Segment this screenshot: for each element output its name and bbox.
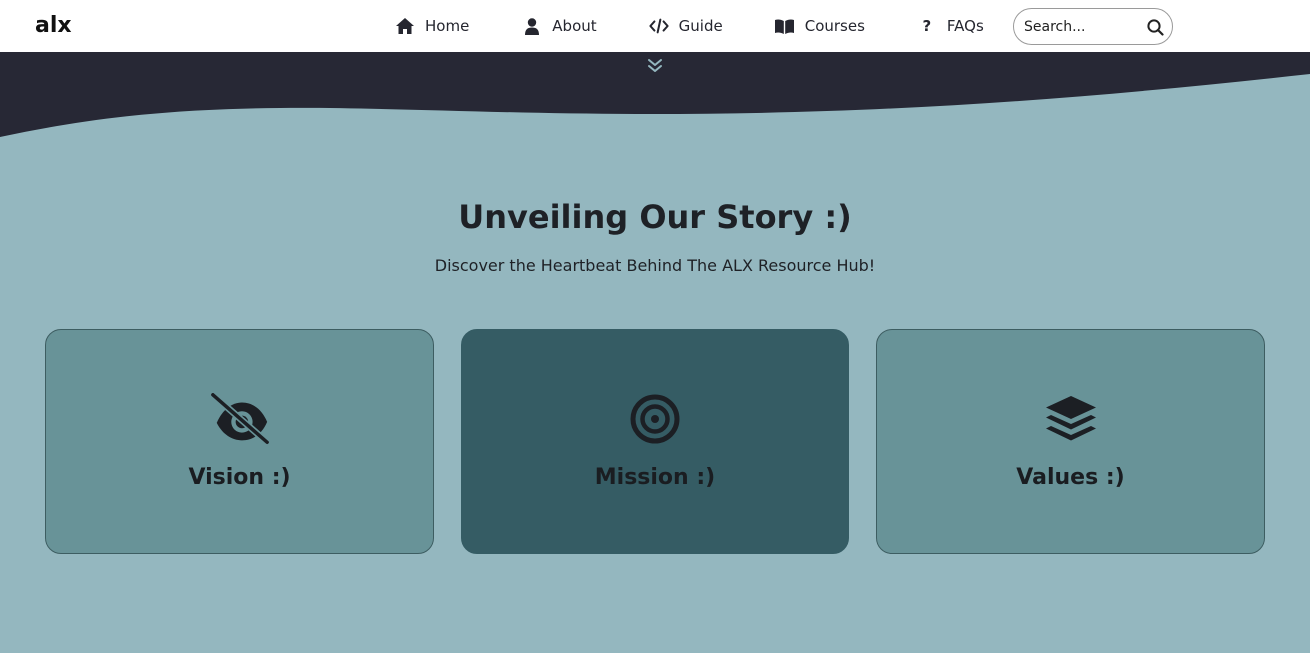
nav-label-home: Home [425,17,470,35]
logo-text: alx [35,13,72,37]
vision-card[interactable]: Vision :) [45,329,434,554]
nav-item-faqs[interactable]: ? FAQs [917,0,984,52]
section-subtitle: Discover the Heartbeat Behind The ALX Re… [434,256,876,275]
double-chevron-down-icon[interactable] [647,58,663,74]
mission-label: Mission :) [594,465,716,490]
nav-item-about[interactable]: About [522,0,597,52]
question-icon: ? [922,17,932,35]
vision-label: Vision :) [188,465,291,490]
nav-label-courses: Courses [804,17,865,35]
search-icon[interactable] [1146,18,1164,36]
mission-card[interactable]: Mission :) [461,329,849,554]
home-icon [395,16,415,36]
eye-slash-icon [208,393,271,445]
code-icon [649,16,669,36]
search-box [1013,8,1173,45]
alx-logo[interactable]: alx [35,13,81,37]
nav-label-guide: Guide [678,17,723,35]
main-nav: Home About Guide Courses ? FAQs [395,0,984,52]
search-input[interactable] [1024,18,1142,35]
nav-label-about: About [552,17,597,35]
top-navbar: alx Home About Guide Courses ? FAQs Sear… [0,0,1310,52]
nav-item-courses[interactable]: Courses [775,0,865,52]
nav-item-home[interactable]: Home [395,0,469,52]
nav-label-faqs: FAQs [946,17,984,35]
section-title: Unveiling Our Story :) [458,198,852,236]
values-card[interactable]: Values :) [876,329,1265,554]
bullseye-icon [624,393,686,445]
values-label: Values :) [1016,465,1125,490]
layers-icon [1040,393,1102,445]
book-icon [775,16,795,36]
user-icon [522,16,542,36]
nav-item-guide[interactable]: Guide [649,0,723,52]
